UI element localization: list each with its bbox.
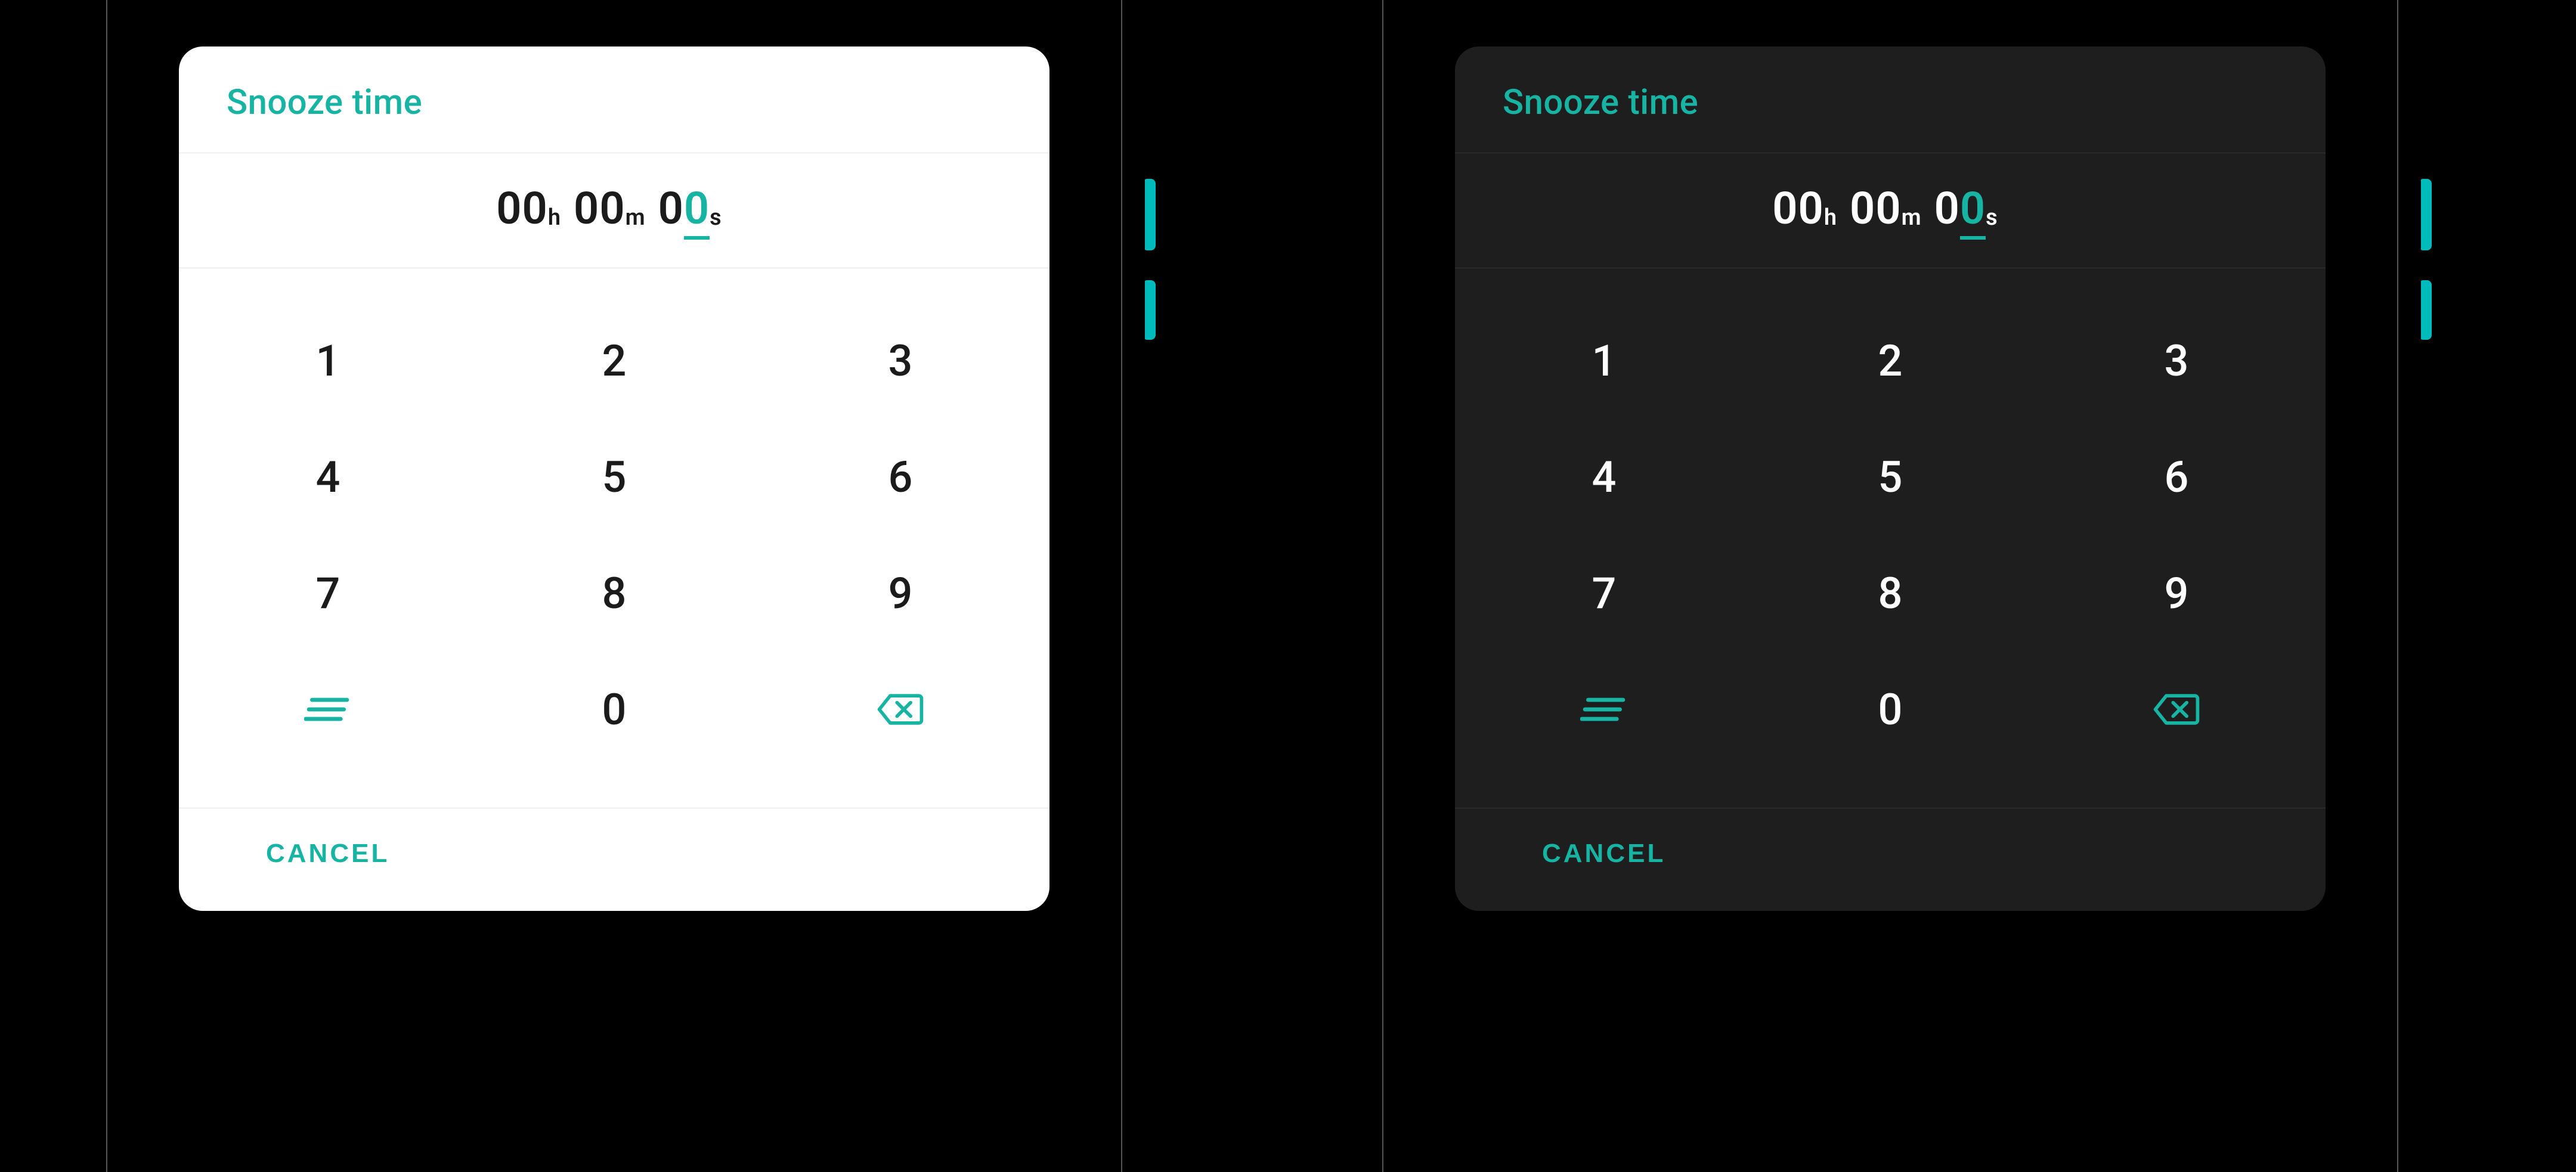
key-1[interactable]: 1 (268, 316, 388, 405)
key-0[interactable]: 0 (555, 665, 674, 754)
cancel-button[interactable]: CANCEL (1538, 838, 1669, 869)
key-2[interactable]: 2 (1831, 316, 1950, 405)
hours-unit: h (548, 204, 561, 231)
minutes-unit: m (626, 204, 645, 231)
key-8[interactable]: 8 (1831, 548, 1950, 638)
snooze-time-dialog: Snooze time 00h 00m 00s 1 2 3 (1455, 46, 2326, 911)
key-1[interactable]: 1 (1544, 316, 1664, 405)
hours-value: 00 (496, 183, 548, 235)
backspace-icon[interactable] (2117, 665, 2236, 754)
key-6[interactable]: 6 (2117, 432, 2236, 522)
swap-icon[interactable] (1544, 665, 1664, 754)
seconds-unit: s (1986, 204, 1998, 231)
device-frame: Snooze time 00h 00m 00s 1 2 3 (1360, 0, 2421, 1172)
minutes-value: 00 (574, 183, 626, 235)
dialog-title: Snooze time (1455, 46, 2326, 153)
key-3[interactable]: 3 (2117, 316, 2236, 405)
key-7[interactable]: 7 (268, 548, 388, 638)
key-0[interactable]: 0 (1831, 665, 1950, 754)
minutes-unit: m (1902, 204, 1921, 231)
dialog-actions: CANCEL (1455, 808, 2326, 911)
seconds-ones: 0 (684, 183, 710, 240)
key-7[interactable]: 7 (1544, 548, 1664, 638)
device-screen: Snooze time 00h 00m 00s 1 2 3 (131, 0, 1097, 1172)
key-6[interactable]: 6 (841, 432, 960, 522)
cancel-button[interactable]: CANCEL (262, 838, 393, 869)
snooze-time-dialog: Snooze time 00h 00m 00s 1 2 3 (179, 46, 1049, 911)
key-3[interactable]: 3 (841, 316, 960, 405)
minutes-value: 00 (1850, 183, 1902, 235)
phone-light: Snooze time 00h 00m 00s 1 2 3 (83, 0, 1145, 1172)
key-9[interactable]: 9 (2117, 548, 2236, 638)
key-9[interactable]: 9 (841, 548, 960, 638)
numeric-keypad: 1 2 3 4 5 6 7 8 9 (1455, 268, 2326, 808)
seconds-tens: 0 (1934, 183, 1960, 235)
key-4[interactable]: 4 (1544, 432, 1664, 522)
key-5[interactable]: 5 (1831, 432, 1950, 522)
device-frame: Snooze time 00h 00m 00s 1 2 3 (83, 0, 1145, 1172)
key-2[interactable]: 2 (555, 316, 674, 405)
hours-unit: h (1824, 204, 1837, 231)
numeric-keypad: 1 2 3 4 5 6 7 8 9 (179, 268, 1049, 808)
time-display[interactable]: 00h 00m 00s (1455, 153, 2326, 268)
backspace-icon[interactable] (841, 665, 960, 754)
swap-icon[interactable] (268, 665, 388, 754)
hours-value: 00 (1772, 183, 1824, 235)
seconds-ones: 0 (1960, 183, 1986, 240)
dialog-title: Snooze time (179, 46, 1049, 153)
seconds-unit: s (710, 204, 722, 231)
key-8[interactable]: 8 (555, 548, 674, 638)
time-display[interactable]: 00h 00m 00s (179, 153, 1049, 268)
device-screen: Snooze time 00h 00m 00s 1 2 3 (1407, 0, 2373, 1172)
dialog-actions: CANCEL (179, 808, 1049, 911)
key-5[interactable]: 5 (555, 432, 674, 522)
phone-dark: Snooze time 00h 00m 00s 1 2 3 (1360, 0, 2421, 1172)
key-4[interactable]: 4 (268, 432, 388, 522)
seconds-tens: 0 (658, 183, 684, 235)
